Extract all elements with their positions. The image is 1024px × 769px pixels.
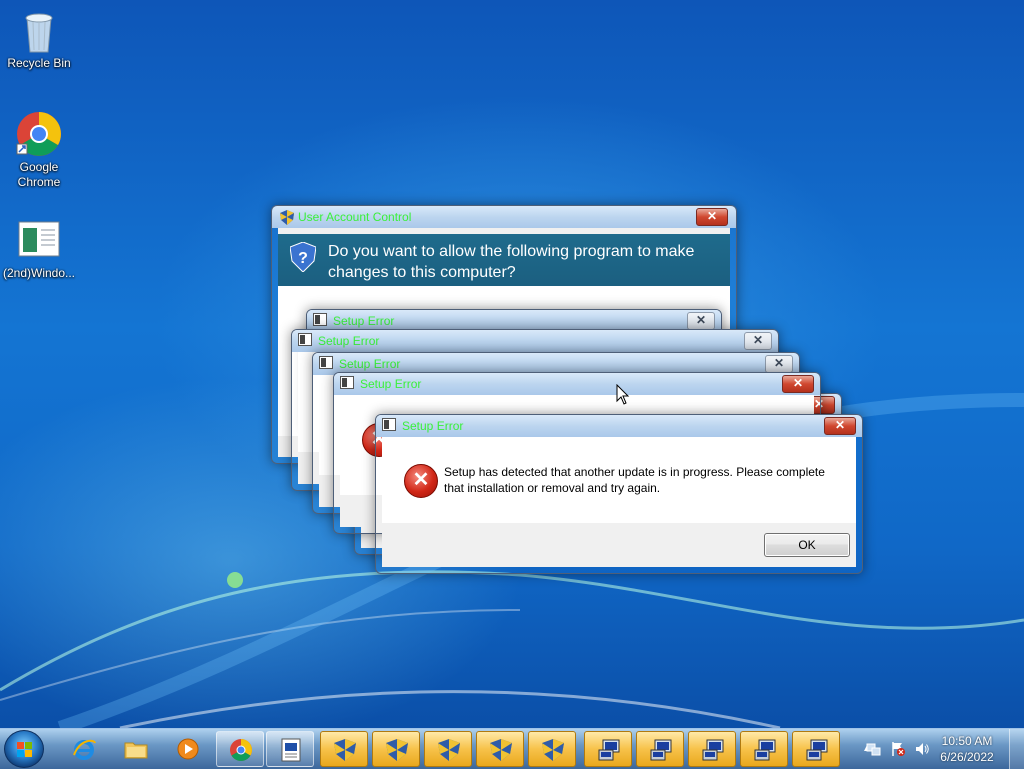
error-icon: ✕ <box>404 464 438 498</box>
setup-window-icon <box>382 418 396 431</box>
setup-error-close-active[interactable]: ✕ <box>824 417 856 435</box>
taskbar-setup-2[interactable] <box>636 731 684 767</box>
uac-shield-icon <box>542 739 564 761</box>
taskbar-setup-3[interactable] <box>688 731 736 767</box>
setup-error-close-3[interactable]: ✕ <box>765 355 793 373</box>
uac-question-text: Do you want to allow the following progr… <box>328 243 695 281</box>
taskbar-uac-5[interactable] <box>528 731 576 767</box>
uac-question-shield-icon: ? <box>290 242 316 272</box>
setup-window-icon <box>298 333 312 346</box>
setup-window-icon <box>313 313 327 326</box>
setup-error-message: Setup has detected that another update i… <box>444 465 825 495</box>
internet-explorer-icon <box>73 739 96 760</box>
setup-error-titlebar-5: Setup Error ✕ <box>334 373 820 395</box>
network-icon[interactable] <box>866 741 882 757</box>
windows-doc-label: (2nd)Windo... <box>2 266 76 280</box>
clock-time: 10:50 AM <box>941 734 993 748</box>
taskbar-uac-4[interactable] <box>476 731 524 767</box>
taskbar-setup-5[interactable] <box>792 731 840 767</box>
google-chrome-shortcut[interactable]: Google Chrome <box>1 110 77 190</box>
ok-button[interactable]: OK <box>764 533 850 557</box>
uac-titlebar[interactable]: User Account Control ✕ <box>272 206 736 228</box>
setup-error-title-1: Setup Error <box>333 314 395 328</box>
google-chrome-label: Google Chrome <box>17 160 61 189</box>
setup-computer-icon <box>754 739 776 761</box>
document-icon <box>281 738 301 762</box>
setup-window-icon <box>340 376 354 389</box>
uac-shield-icon <box>386 739 408 761</box>
setup-computer-icon <box>650 739 672 761</box>
uac-title: User Account Control <box>298 210 412 224</box>
taskbar-setup-1[interactable] <box>584 731 632 767</box>
svg-text:?: ? <box>298 250 308 267</box>
setup-computer-icon <box>598 739 620 761</box>
recycle-bin-icon <box>15 6 63 54</box>
clock-date: 6/26/2022 <box>940 750 994 764</box>
taskbar-media-player[interactable] <box>164 731 212 767</box>
taskbar-uac-1[interactable] <box>320 731 368 767</box>
system-tray: ▲ 10:50 AM 6/26/2022 <box>856 729 1024 769</box>
uac-banner: ? Do you want to allow the following pro… <box>278 234 730 286</box>
folder-icon <box>124 742 148 759</box>
action-center-flag-icon[interactable] <box>890 741 906 757</box>
taskbar-uac-3[interactable] <box>424 731 472 767</box>
chrome-icon <box>230 739 252 761</box>
volume-icon[interactable] <box>914 741 930 757</box>
taskbar-google-chrome[interactable] <box>216 731 264 767</box>
setup-error-close-2[interactable]: ✕ <box>744 332 772 350</box>
setup-computer-icon <box>702 739 724 761</box>
uac-close-button[interactable]: ✕ <box>696 208 728 226</box>
uac-shield-icon <box>438 739 460 761</box>
taskbar-internet-explorer[interactable] <box>60 731 108 767</box>
taskbar: ▲ 10:50 AM 6/26/2022 <box>0 728 1024 769</box>
setup-error-dialog-active[interactable]: Setup Error ✕ ✕ Setup has detected that … <box>375 414 863 574</box>
taskbar-setup-document[interactable] <box>266 731 314 767</box>
mouse-cursor-icon <box>616 384 630 405</box>
setup-error-title-2: Setup Error <box>318 334 380 348</box>
taskbar-uac-2[interactable] <box>372 731 420 767</box>
taskbar-clock[interactable]: 10:50 AM 6/26/2022 <box>932 733 1002 765</box>
setup-error-close-5[interactable]: ✕ <box>782 375 814 393</box>
setup-error-close-1[interactable]: ✕ <box>687 312 715 330</box>
taskbar-setup-4[interactable] <box>740 731 788 767</box>
setup-computer-icon <box>806 739 828 761</box>
setup-error-title-3: Setup Error <box>339 357 401 371</box>
media-player-icon <box>177 738 199 760</box>
chrome-icon <box>15 110 63 158</box>
setup-error-title-active: Setup Error <box>402 419 464 433</box>
setup-error-title-5: Setup Error <box>360 377 422 391</box>
recycle-bin-label: Recycle Bin <box>7 56 71 70</box>
document-window-icon <box>15 216 63 264</box>
windows-doc-shortcut[interactable]: (2nd)Windo... <box>1 216 77 281</box>
uac-shield-icon <box>334 739 356 761</box>
windows-logo-icon <box>17 742 33 758</box>
uac-shield-icon <box>490 739 512 761</box>
recycle-bin-shortcut[interactable]: Recycle Bin <box>1 6 77 71</box>
start-button[interactable] <box>4 730 44 768</box>
taskbar-windows-explorer[interactable] <box>112 731 160 767</box>
desktop[interactable]: Recycle Bin Google Chrome (2nd)Windo... … <box>0 0 1024 728</box>
setup-error-titlebar-active[interactable]: Setup Error ✕ <box>376 415 862 437</box>
uac-shield-icon <box>280 210 294 225</box>
setup-window-icon <box>319 356 333 369</box>
setup-error-titlebar-2: Setup Error ✕ <box>292 330 778 352</box>
show-desktop-button[interactable] <box>1009 729 1024 769</box>
setup-error-body-active: ✕ Setup has detected that another update… <box>382 437 856 567</box>
